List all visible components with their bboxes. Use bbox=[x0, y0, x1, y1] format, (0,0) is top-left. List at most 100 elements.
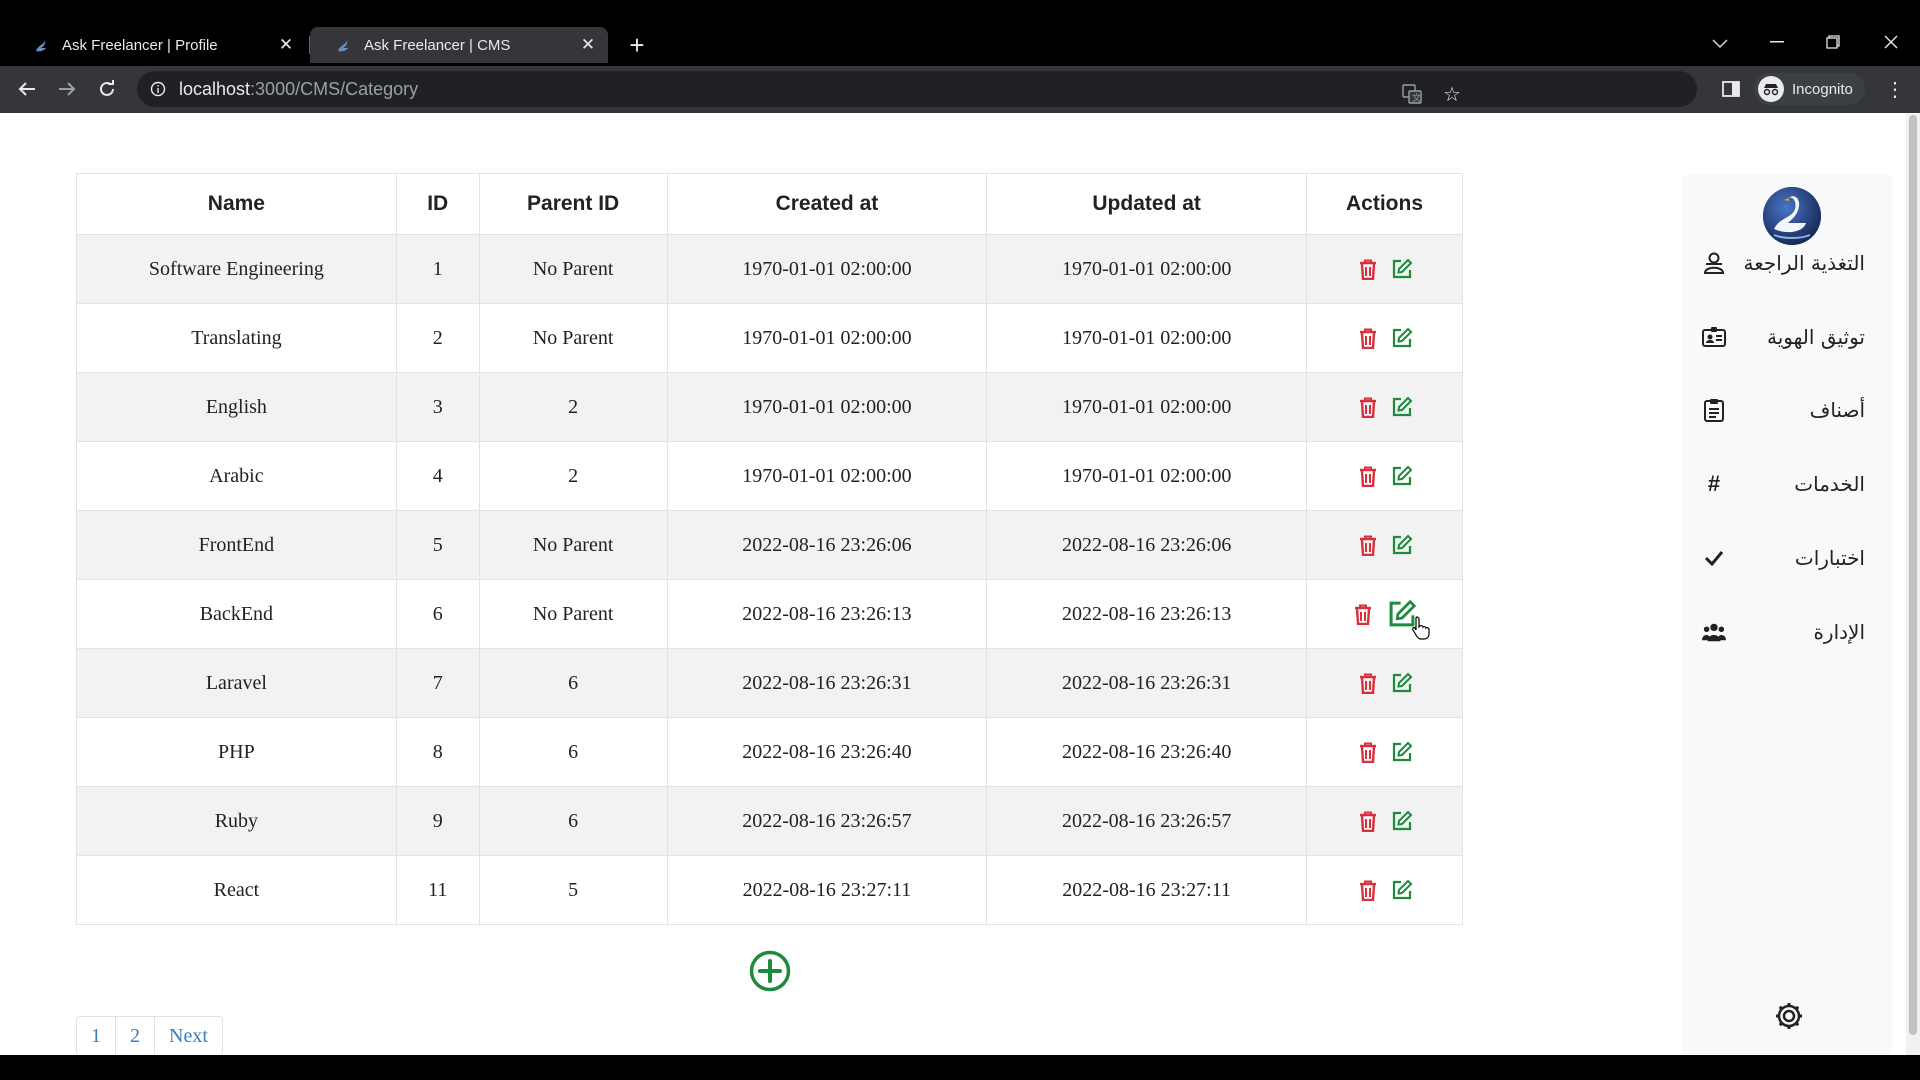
cell-actions bbox=[1306, 786, 1463, 856]
delete-trash-icon[interactable] bbox=[1357, 465, 1379, 487]
edit-pencil-icon[interactable] bbox=[1391, 810, 1413, 832]
tab-search-chevron-icon[interactable] bbox=[1706, 30, 1734, 58]
edit-pencil-icon[interactable] bbox=[1391, 672, 1413, 694]
clipboard-icon bbox=[1702, 398, 1726, 422]
cell-created-at: 1970-01-01 02:00:00 bbox=[666, 303, 988, 373]
edit-pencil-icon[interactable] bbox=[1391, 327, 1413, 349]
side-panel-icon[interactable] bbox=[1716, 74, 1746, 104]
close-tab-icon[interactable]: ✕ bbox=[578, 35, 598, 55]
incognito-label: Incognito bbox=[1792, 80, 1853, 98]
gear-icon[interactable] bbox=[1774, 1001, 1804, 1031]
header-created-at: Created at bbox=[666, 173, 988, 235]
page-1-link[interactable]: 1 bbox=[77, 1017, 116, 1055]
cell-created-at: 2022-08-16 23:26:06 bbox=[666, 510, 988, 580]
table-row: BackEnd 6 No Parent 2022-08-16 23:26:13 2022… bbox=[76, 579, 1463, 649]
sidebar-item-label: التغذية الراجعة bbox=[1743, 251, 1865, 275]
cell-updated-at: 2022-08-16 23:27:11 bbox=[986, 855, 1308, 925]
sidebar-item-services[interactable]: # الخدمات bbox=[1682, 462, 1892, 506]
table-header-row: Name ID Parent ID Created at Updated at … bbox=[76, 173, 1463, 235]
cell-actions bbox=[1306, 441, 1463, 511]
bookmark-star-icon[interactable]: ☆ bbox=[1437, 79, 1467, 109]
cell-name: English bbox=[76, 372, 397, 442]
edit-pencil-icon[interactable] bbox=[1391, 396, 1413, 418]
edit-pencil-icon[interactable] bbox=[1391, 465, 1413, 487]
page-2-link[interactable]: 2 bbox=[116, 1017, 155, 1055]
plus-circle-icon bbox=[749, 950, 791, 992]
sidebar-item-tests[interactable]: اختبارات bbox=[1682, 536, 1892, 580]
address-bar[interactable]: localhost:3000/CMS/Category 文 ☆ bbox=[137, 71, 1697, 107]
delete-trash-icon[interactable] bbox=[1357, 534, 1379, 556]
cell-actions bbox=[1306, 855, 1463, 925]
cell-updated-at: 2022-08-16 23:26:31 bbox=[986, 648, 1308, 718]
reload-icon[interactable] bbox=[91, 73, 123, 105]
scrollbar[interactable] bbox=[1906, 113, 1920, 1055]
table-row: Translating 2 No Parent 1970-01-01 02:00:00… bbox=[76, 303, 1463, 373]
delete-trash-icon[interactable] bbox=[1357, 879, 1379, 901]
svg-text:文: 文 bbox=[1412, 92, 1421, 104]
swan-logo[interactable] bbox=[1762, 185, 1822, 247]
delete-trash-icon[interactable] bbox=[1357, 258, 1379, 280]
header-name: Name bbox=[76, 173, 397, 235]
cell-created-at: 2022-08-16 23:26:31 bbox=[666, 648, 988, 718]
browser-toolbar: localhost:3000/CMS/Category 文 ☆ Incognit… bbox=[0, 66, 1920, 113]
cell-parent-id: No Parent bbox=[478, 579, 668, 649]
tab-profile[interactable]: Ask Freelancer | Profile ✕ bbox=[8, 27, 306, 63]
cell-parent-id: 6 bbox=[478, 786, 668, 856]
hashtag-icon: # bbox=[1707, 471, 1721, 496]
sidebar-item-identity[interactable]: توثيق الهوية bbox=[1682, 315, 1892, 359]
cell-name: BackEnd bbox=[76, 579, 397, 649]
close-window-icon[interactable] bbox=[1871, 28, 1911, 56]
cell-id: 4 bbox=[395, 441, 480, 511]
cell-name: Laravel bbox=[76, 648, 397, 718]
scrollbar-thumb[interactable] bbox=[1909, 115, 1917, 1035]
sidebar-item-categories[interactable]: أصناف bbox=[1682, 388, 1892, 432]
delete-trash-icon[interactable] bbox=[1352, 603, 1374, 625]
minimize-icon[interactable] bbox=[1757, 28, 1797, 56]
url-host: localhost bbox=[179, 78, 251, 99]
delete-trash-icon[interactable] bbox=[1357, 672, 1379, 694]
edit-pencil-icon[interactable] bbox=[1391, 258, 1413, 280]
header-parent-id: Parent ID bbox=[478, 173, 668, 235]
sidebar-item-admin[interactable]: الإدارة bbox=[1682, 610, 1892, 654]
table-row: English 3 2 1970-01-01 02:00:00 1970-01-01 0… bbox=[76, 372, 1463, 442]
cell-updated-at: 2022-08-16 23:26:13 bbox=[986, 579, 1308, 649]
restore-icon[interactable] bbox=[1813, 28, 1853, 56]
incognito-icon bbox=[1758, 76, 1784, 102]
cell-actions bbox=[1306, 372, 1463, 442]
sidebar-item-label: اختبارات bbox=[1794, 546, 1865, 570]
table-row: Arabic 4 2 1970-01-01 02:00:00 1970-01-01 02… bbox=[76, 441, 1463, 511]
cell-actions bbox=[1306, 234, 1463, 304]
cell-id: 7 bbox=[395, 648, 480, 718]
table-row: FrontEnd 5 No Parent 2022-08-16 23:26:06 202… bbox=[76, 510, 1463, 580]
bottom-bar bbox=[0, 1055, 1920, 1080]
cell-created-at: 2022-08-16 23:26:40 bbox=[666, 717, 988, 787]
incognito-badge[interactable]: Incognito bbox=[1754, 73, 1865, 105]
cell-name: Arabic bbox=[76, 441, 397, 511]
forward-arrow-icon[interactable] bbox=[51, 73, 83, 105]
site-info-icon[interactable] bbox=[149, 80, 167, 98]
browser-menu-icon[interactable]: ⋮ bbox=[1880, 74, 1910, 104]
edit-pencil-icon[interactable] bbox=[1391, 879, 1413, 901]
cell-id: 9 bbox=[395, 786, 480, 856]
delete-trash-icon[interactable] bbox=[1357, 810, 1379, 832]
tab-cms[interactable]: Ask Freelancer | CMS ✕ bbox=[310, 27, 608, 63]
table-row: Laravel 7 6 2022-08-16 23:26:31 2022-08-16 2… bbox=[76, 648, 1463, 718]
header-updated-at: Updated at bbox=[986, 173, 1308, 235]
users-icon bbox=[1702, 251, 1726, 275]
sidebar-item-feedback[interactable]: التغذية الراجعة bbox=[1682, 241, 1892, 285]
close-tab-icon[interactable]: ✕ bbox=[276, 35, 296, 55]
new-tab-button[interactable]: + bbox=[624, 32, 650, 58]
sidebar: التغذية الراجعة توثيق الهوية أصناف # الخ… bbox=[1682, 175, 1892, 1055]
delete-trash-icon[interactable] bbox=[1357, 327, 1379, 349]
cell-updated-at: 1970-01-01 02:00:00 bbox=[986, 303, 1308, 373]
edit-pencil-icon[interactable] bbox=[1391, 534, 1413, 556]
back-arrow-icon[interactable] bbox=[11, 73, 43, 105]
next-page-link[interactable]: Next bbox=[155, 1017, 222, 1055]
delete-trash-icon[interactable] bbox=[1357, 396, 1379, 418]
cell-created-at: 2022-08-16 23:27:11 bbox=[666, 855, 988, 925]
edit-pencil-icon[interactable] bbox=[1391, 741, 1413, 763]
translate-icon[interactable]: 文 bbox=[1397, 79, 1427, 109]
add-category-button[interactable] bbox=[749, 950, 791, 992]
delete-trash-icon[interactable] bbox=[1357, 741, 1379, 763]
cell-created-at: 1970-01-01 02:00:00 bbox=[666, 234, 988, 304]
